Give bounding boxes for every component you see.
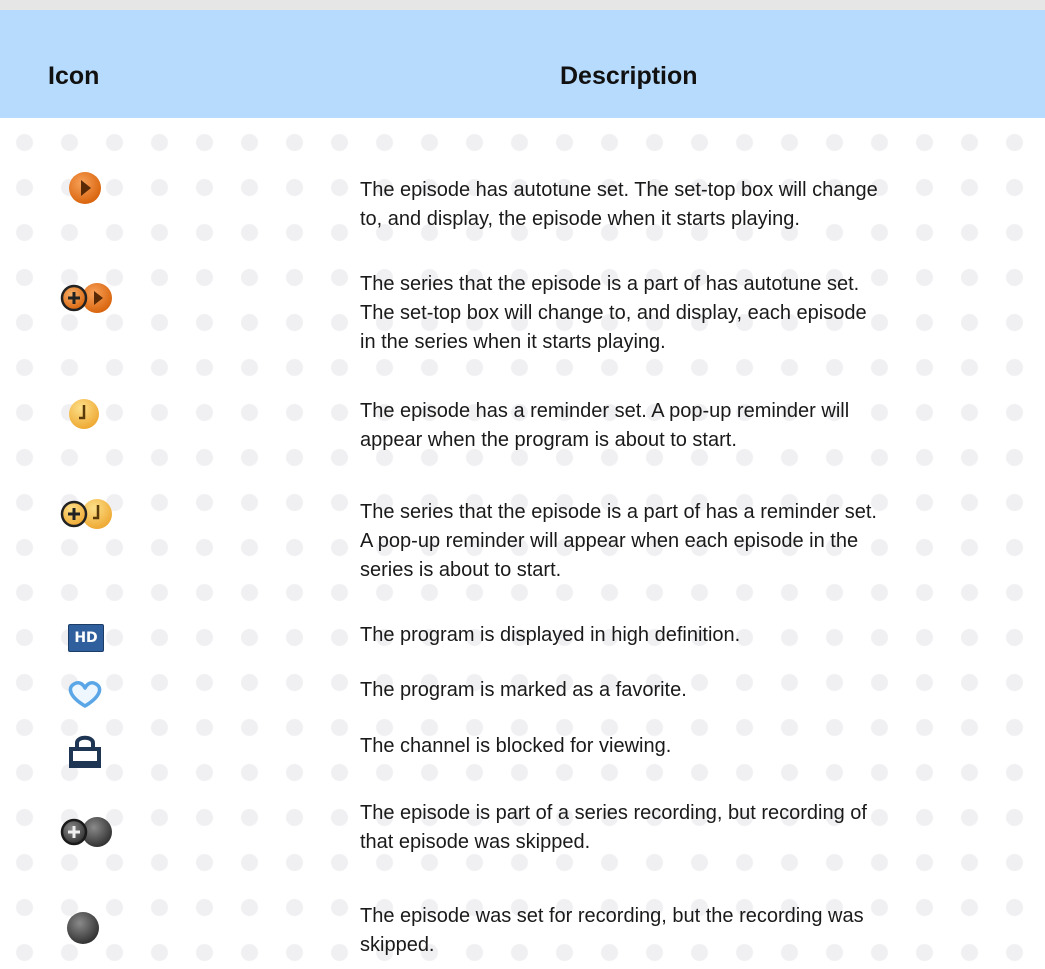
reminder-episode-icon (50, 393, 120, 433)
row-description: The episode was set for recording, but t… (360, 905, 864, 956)
row-description: The episode has a reminder set. A pop-up… (360, 400, 850, 451)
hd-icon: HD (50, 620, 120, 660)
description-column-header: Description (560, 62, 698, 90)
autotune-episode-icon (50, 168, 120, 208)
top-strip (0, 0, 1045, 10)
series-record-skipped-icon (50, 812, 120, 852)
table-header: Icon Description (0, 10, 1045, 118)
reminder-series-icon (50, 494, 120, 534)
autotune-series-icon (50, 278, 120, 318)
icon-column-header: Icon (48, 62, 100, 90)
lock-icon (50, 730, 120, 770)
row-description: The episode has autotune set. The set-to… (360, 179, 878, 230)
row-description: The series that the episode is a part of… (360, 273, 867, 353)
record-skipped-icon (50, 908, 120, 948)
row-description: The episode is part of a series recordin… (360, 802, 867, 853)
row-description: The program is displayed in high definit… (360, 624, 741, 646)
row-description: The channel is blocked for viewing. (360, 735, 672, 757)
heart-icon (50, 676, 120, 716)
row-description: The program is marked as a favorite. (360, 679, 687, 701)
row-description: The series that the episode is a part of… (360, 501, 877, 581)
